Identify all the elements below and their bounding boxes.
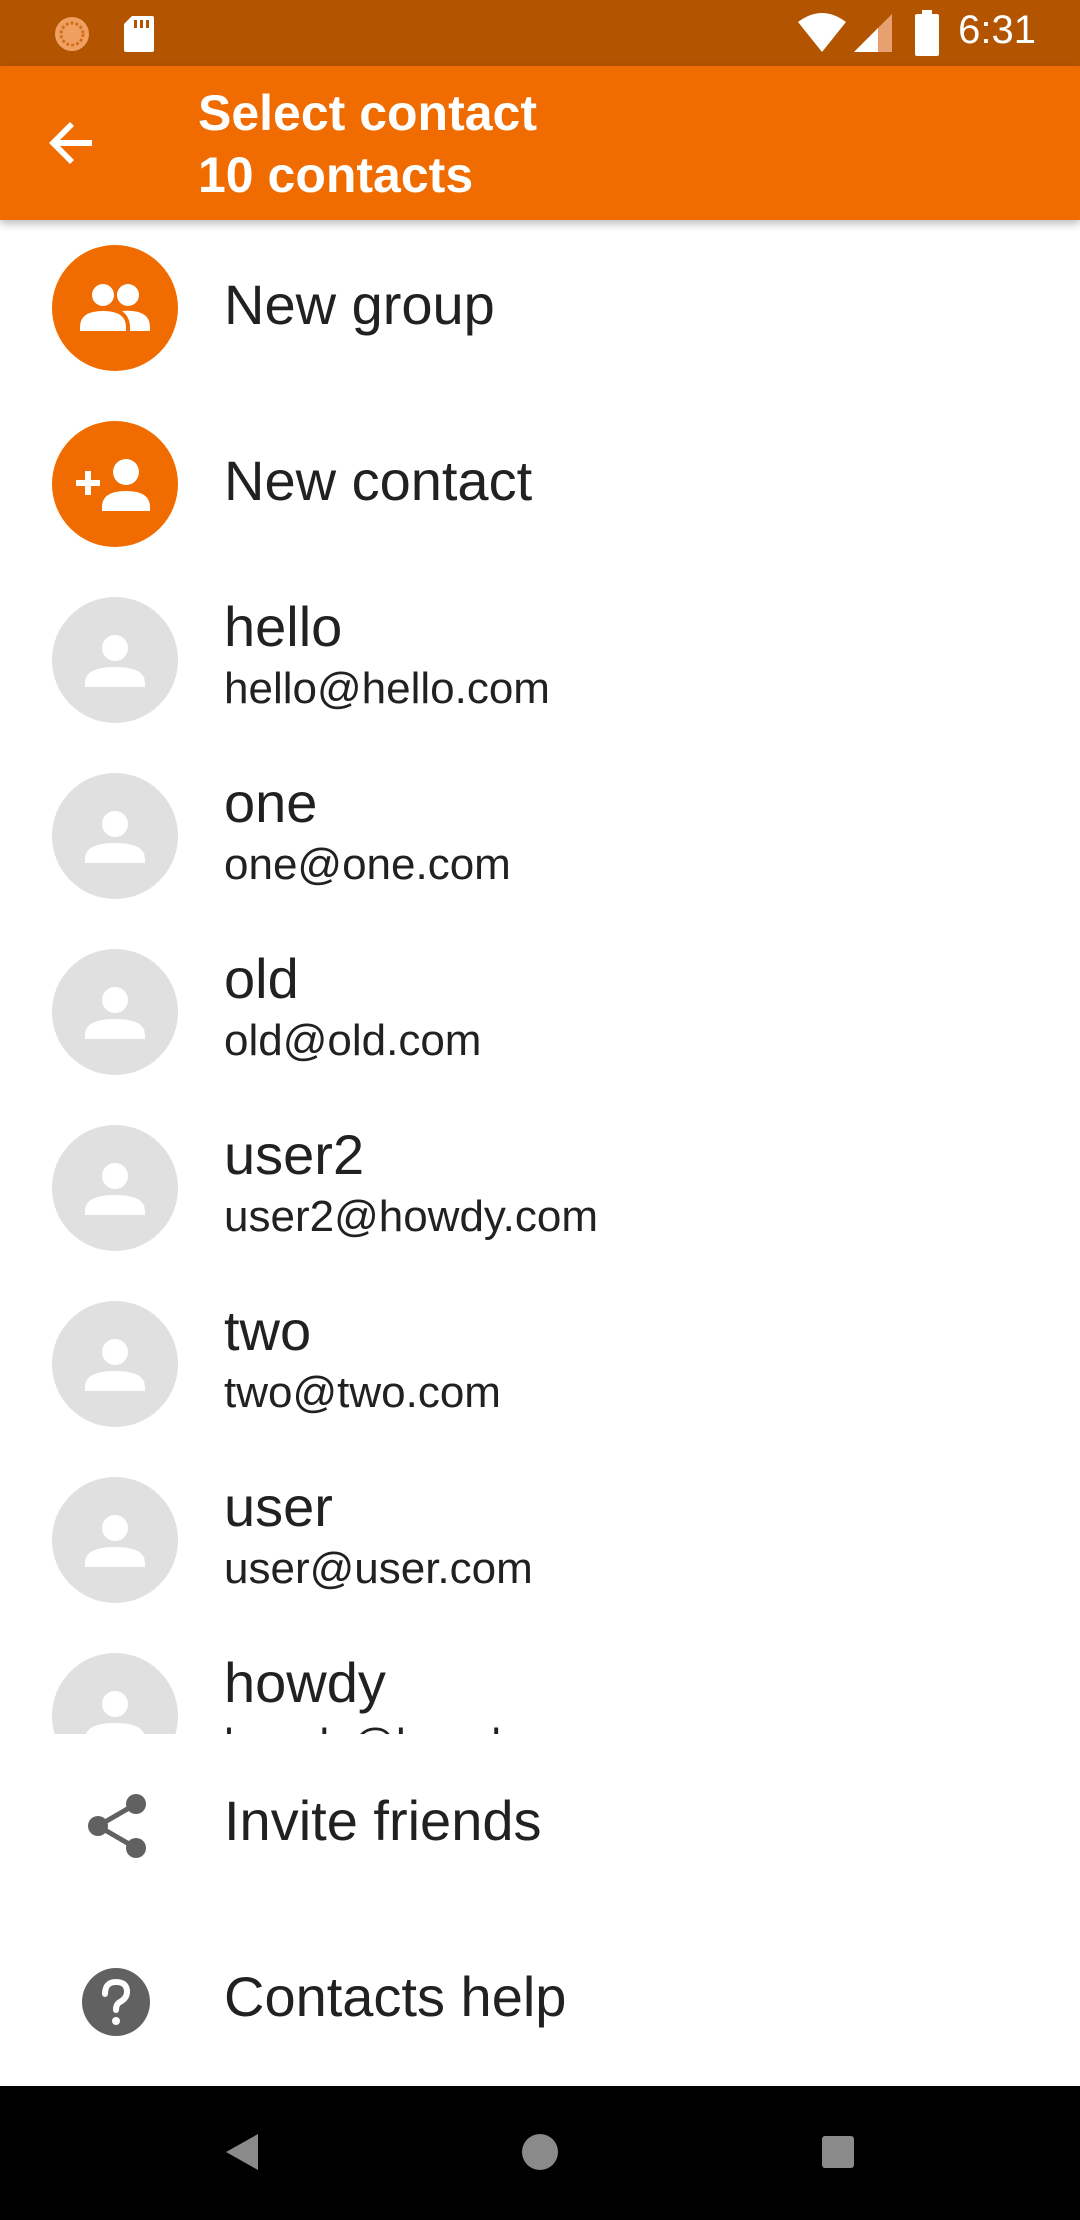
navigation-bar [0, 2086, 1080, 2220]
invite-friends-label: Invite friends [224, 1789, 542, 1852]
person-icon [85, 1339, 145, 1391]
arrow-back-icon[interactable] [44, 115, 100, 171]
contact-list[interactable]: New group New contact hello hello@hello.… [0, 220, 1080, 1734]
contacts-help-label: Contacts help [224, 1965, 567, 2028]
invite-friends-item[interactable]: Invite friends [0, 1734, 1080, 1910]
person-icon [85, 987, 145, 1039]
person-icon [85, 1163, 145, 1215]
page-title: Select contact [198, 85, 538, 141]
contact-name: user2 [224, 1123, 365, 1186]
contact-name: howdy [224, 1651, 386, 1714]
contact-email: old@old.com [224, 1016, 482, 1065]
avatar [52, 1477, 178, 1603]
new-contact-avatar [52, 421, 178, 547]
avatar [52, 773, 178, 899]
contact-name: hello [224, 595, 343, 658]
signal-icon [854, 14, 892, 52]
person-icon [85, 1515, 145, 1567]
sd-card-icon [124, 16, 154, 52]
contact-email: user@user.com [224, 1544, 533, 1593]
avatar [52, 1653, 178, 1734]
avatar [52, 1301, 178, 1427]
contact-email: two@two.com [224, 1368, 501, 1417]
contact-email: one@one.com [224, 840, 511, 889]
person-icon [85, 811, 145, 863]
contact-item[interactable]: user user@user.com [0, 1452, 1080, 1628]
share-icon [88, 1794, 146, 1858]
contact-item[interactable]: user2 user2@howdy.com [0, 1100, 1080, 1276]
app-notification-icon [55, 17, 89, 51]
contact-name: two [224, 1299, 312, 1362]
new-group-label: New group [224, 273, 495, 336]
new-group-item[interactable]: New group [0, 220, 1080, 396]
contact-count: 10 contacts [198, 147, 474, 203]
wifi-icon [798, 13, 846, 52]
person-icon [85, 635, 145, 687]
avatar [52, 1125, 178, 1251]
contact-name: one [224, 771, 318, 834]
contact-item[interactable]: two two@two.com [0, 1276, 1080, 1452]
person-icon [86, 1691, 144, 1734]
recents-square-icon[interactable] [808, 2122, 868, 2182]
add-person-icon [76, 459, 150, 511]
contact-item[interactable]: howdy howdy@howdy.com [0, 1628, 1080, 1734]
contact-item[interactable]: old old@old.com [0, 924, 1080, 1100]
contact-item[interactable]: hello hello@hello.com [0, 572, 1080, 748]
help-icon [82, 1968, 150, 2036]
battery-icon [915, 10, 939, 56]
contact-email: user2@howdy.com [224, 1192, 598, 1241]
back-triangle-icon[interactable] [212, 2122, 272, 2182]
clock: 6:31 [958, 8, 1036, 52]
status-bar: 6:31 [0, 0, 1080, 66]
contact-name: old [224, 947, 299, 1010]
avatar [52, 949, 178, 1075]
app-bar: Select contact 10 contacts [0, 66, 1080, 220]
home-circle-icon[interactable] [510, 2122, 570, 2182]
new-contact-item[interactable]: New contact [0, 396, 1080, 572]
new-contact-label: New contact [224, 449, 533, 512]
avatar [52, 597, 178, 723]
contact-item[interactable]: one one@one.com [0, 748, 1080, 924]
contact-email: hello@hello.com [224, 664, 550, 713]
contact-email: howdy@howdy.com [224, 1720, 615, 1734]
group-icon [80, 284, 150, 331]
group-avatar [52, 245, 178, 371]
contacts-help-item[interactable]: Contacts help [0, 1910, 1080, 2086]
contact-name: user [224, 1475, 333, 1538]
bottom-actions: Invite friends Contacts help [0, 1734, 1080, 2086]
